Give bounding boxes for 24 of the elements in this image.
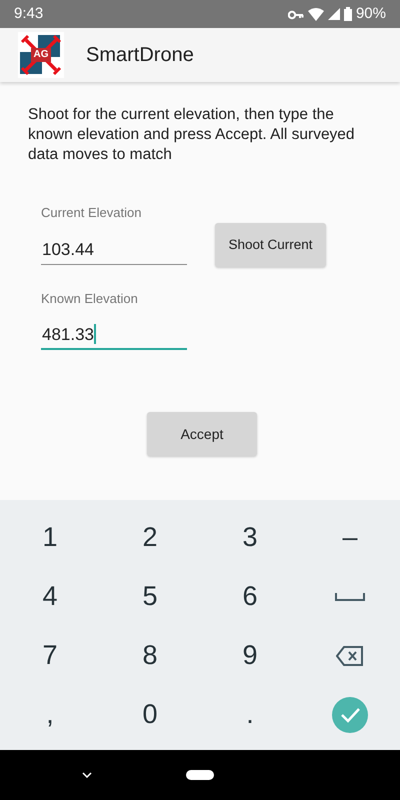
app-logo: AG — [18, 32, 64, 78]
keyboard-key[interactable]: , — [28, 690, 72, 740]
field-label: Known Elevation — [41, 290, 139, 308]
keyboard-key[interactable]: 0 — [128, 690, 172, 740]
keyboard-key[interactable]: 3 — [228, 512, 272, 562]
keyboard-key[interactable]: 9 — [228, 630, 272, 680]
app-title: SmartDrone — [86, 43, 194, 68]
shoot-current-button[interactable]: Shoot Current — [215, 223, 326, 267]
keyboard-key[interactable]: – — [328, 512, 372, 562]
field-label: Current Elevation — [41, 204, 142, 222]
input-field[interactable]: 103.44 — [41, 234, 187, 264]
keyboard-key[interactable]: 2 — [128, 512, 172, 562]
status-time: 9:43 — [14, 4, 44, 24]
keyboard-key[interactable]: . — [228, 690, 272, 740]
keyboard-key[interactable]: 6 — [228, 572, 272, 622]
accept-button[interactable]: Accept — [147, 412, 257, 456]
keyboard-key[interactable]: 4 — [28, 572, 72, 622]
keyboard-key[interactable]: 7 — [28, 630, 72, 680]
instructions-text: Shoot for the current elevation, then type the known elevation and press Accept. All surveyed data moves to match — [28, 105, 356, 165]
keyboard-key[interactable]: 5 — [128, 572, 172, 622]
keyboard-key[interactable]: 1 — [28, 512, 72, 562]
input-field[interactable]: 481.33 — [41, 320, 187, 350]
keyboard-key[interactable]: 8 — [128, 630, 172, 680]
battery-percent: 90% — [356, 4, 386, 24]
